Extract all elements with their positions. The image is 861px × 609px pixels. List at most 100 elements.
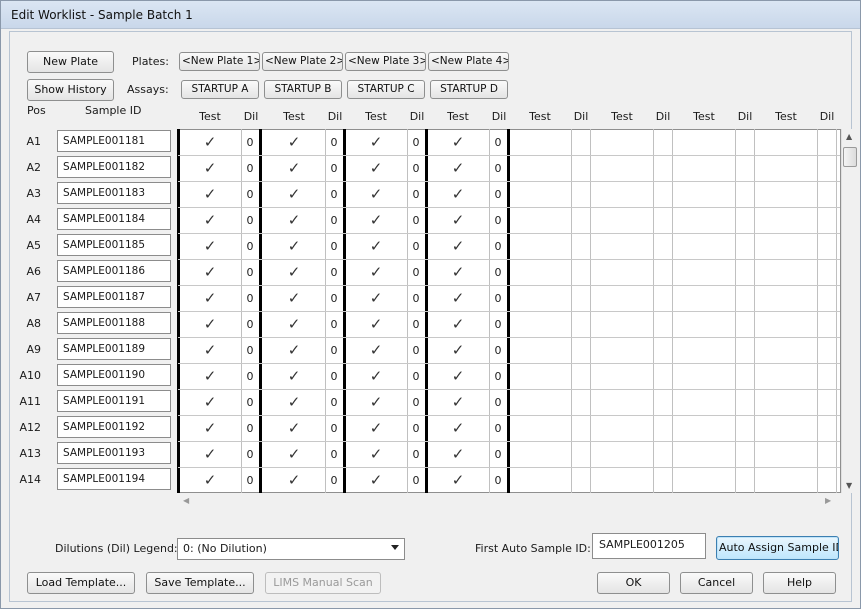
sample-id-input[interactable]: SAMPLE001188 bbox=[57, 312, 171, 334]
test-check-icon[interactable]: ✓ bbox=[427, 471, 489, 489]
dil-value-cell[interactable]: 0 bbox=[489, 474, 507, 487]
dil-value-cell[interactable]: 0 bbox=[489, 266, 507, 279]
test-check-icon[interactable]: ✓ bbox=[427, 159, 489, 177]
horizontal-scrollbar[interactable]: ◀ ▶ bbox=[177, 493, 841, 510]
sample-id-input[interactable]: SAMPLE001194 bbox=[57, 468, 171, 490]
load-template-button[interactable]: Load Template... bbox=[27, 572, 135, 594]
test-check-icon[interactable]: ✓ bbox=[345, 341, 407, 359]
assay-button-b[interactable]: STARTUP B bbox=[264, 80, 342, 99]
test-check-icon[interactable]: ✓ bbox=[179, 263, 241, 281]
dil-value-cell[interactable]: 0 bbox=[489, 344, 507, 357]
dil-value-cell[interactable]: 0 bbox=[489, 162, 507, 175]
sample-id-input[interactable]: SAMPLE001184 bbox=[57, 208, 171, 230]
sample-id-input[interactable]: SAMPLE001190 bbox=[57, 364, 171, 386]
cancel-button[interactable]: Cancel bbox=[680, 572, 753, 594]
dil-value-cell[interactable]: 0 bbox=[325, 448, 343, 461]
dil-value-cell[interactable]: 0 bbox=[325, 214, 343, 227]
sample-id-input[interactable]: SAMPLE001187 bbox=[57, 286, 171, 308]
test-check-icon[interactable]: ✓ bbox=[427, 445, 489, 463]
sample-id-input[interactable]: SAMPLE001189 bbox=[57, 338, 171, 360]
dil-value-cell[interactable]: 0 bbox=[489, 448, 507, 461]
dil-value-cell[interactable]: 0 bbox=[489, 292, 507, 305]
plate-button-4[interactable]: <New Plate 4> bbox=[428, 52, 509, 71]
plate-button-1[interactable]: <New Plate 1> bbox=[179, 52, 260, 71]
dil-value-cell[interactable]: 0 bbox=[407, 422, 425, 435]
test-check-icon[interactable]: ✓ bbox=[427, 133, 489, 151]
assay-button-d[interactable]: STARTUP D bbox=[430, 80, 508, 99]
test-check-icon[interactable]: ✓ bbox=[179, 133, 241, 151]
test-check-icon[interactable]: ✓ bbox=[427, 315, 489, 333]
test-check-icon[interactable]: ✓ bbox=[179, 315, 241, 333]
dil-value-cell[interactable]: 0 bbox=[325, 266, 343, 279]
dil-value-cell[interactable]: 0 bbox=[241, 240, 259, 253]
test-check-icon[interactable]: ✓ bbox=[263, 185, 325, 203]
test-check-icon[interactable]: ✓ bbox=[179, 237, 241, 255]
sample-id-input[interactable]: SAMPLE001183 bbox=[57, 182, 171, 204]
test-check-icon[interactable]: ✓ bbox=[263, 133, 325, 151]
dil-value-cell[interactable]: 0 bbox=[325, 318, 343, 331]
dil-value-cell[interactable]: 0 bbox=[407, 188, 425, 201]
dil-value-cell[interactable]: 0 bbox=[407, 240, 425, 253]
scroll-left-arrow-icon[interactable]: ◀ bbox=[183, 496, 189, 505]
test-check-icon[interactable]: ✓ bbox=[263, 159, 325, 177]
dil-value-cell[interactable]: 0 bbox=[407, 162, 425, 175]
test-check-icon[interactable]: ✓ bbox=[263, 211, 325, 229]
dil-value-cell[interactable]: 0 bbox=[241, 266, 259, 279]
dil-value-cell[interactable]: 0 bbox=[241, 292, 259, 305]
test-check-icon[interactable]: ✓ bbox=[179, 393, 241, 411]
test-check-icon[interactable]: ✓ bbox=[263, 419, 325, 437]
test-check-icon[interactable]: ✓ bbox=[345, 133, 407, 151]
test-check-icon[interactable]: ✓ bbox=[345, 185, 407, 203]
scroll-right-arrow-icon[interactable]: ▶ bbox=[825, 496, 831, 505]
dil-value-cell[interactable]: 0 bbox=[241, 188, 259, 201]
sample-id-input[interactable]: SAMPLE001186 bbox=[57, 260, 171, 282]
sample-id-input[interactable]: SAMPLE001182 bbox=[57, 156, 171, 178]
test-check-icon[interactable]: ✓ bbox=[427, 341, 489, 359]
test-check-icon[interactable]: ✓ bbox=[345, 419, 407, 437]
test-check-icon[interactable]: ✓ bbox=[263, 237, 325, 255]
dil-value-cell[interactable]: 0 bbox=[241, 162, 259, 175]
dil-value-cell[interactable]: 0 bbox=[407, 448, 425, 461]
dil-value-cell[interactable]: 0 bbox=[489, 422, 507, 435]
test-check-icon[interactable]: ✓ bbox=[179, 289, 241, 307]
dil-value-cell[interactable]: 0 bbox=[325, 344, 343, 357]
dil-value-cell[interactable]: 0 bbox=[407, 292, 425, 305]
plate-button-3[interactable]: <New Plate 3> bbox=[345, 52, 426, 71]
dil-value-cell[interactable]: 0 bbox=[489, 318, 507, 331]
test-check-icon[interactable]: ✓ bbox=[427, 367, 489, 385]
test-check-icon[interactable]: ✓ bbox=[263, 471, 325, 489]
dil-value-cell[interactable]: 0 bbox=[407, 344, 425, 357]
dil-value-cell[interactable]: 0 bbox=[407, 318, 425, 331]
test-check-icon[interactable]: ✓ bbox=[179, 445, 241, 463]
sample-id-input[interactable]: SAMPLE001193 bbox=[57, 442, 171, 464]
dil-value-cell[interactable]: 0 bbox=[325, 292, 343, 305]
test-check-icon[interactable]: ✓ bbox=[263, 367, 325, 385]
test-check-icon[interactable]: ✓ bbox=[427, 185, 489, 203]
dil-value-cell[interactable]: 0 bbox=[325, 422, 343, 435]
test-check-icon[interactable]: ✓ bbox=[345, 445, 407, 463]
sample-id-input[interactable]: SAMPLE001185 bbox=[57, 234, 171, 256]
test-check-icon[interactable]: ✓ bbox=[179, 367, 241, 385]
test-check-icon[interactable]: ✓ bbox=[179, 185, 241, 203]
scroll-down-arrow-icon[interactable]: ▼ bbox=[846, 481, 852, 490]
dil-value-cell[interactable]: 0 bbox=[241, 214, 259, 227]
test-check-icon[interactable]: ✓ bbox=[427, 393, 489, 411]
assay-button-a[interactable]: STARTUP A bbox=[181, 80, 259, 99]
test-check-icon[interactable]: ✓ bbox=[427, 237, 489, 255]
dil-value-cell[interactable]: 0 bbox=[241, 448, 259, 461]
test-check-icon[interactable]: ✓ bbox=[345, 471, 407, 489]
dil-value-cell[interactable]: 0 bbox=[407, 266, 425, 279]
dil-value-cell[interactable]: 0 bbox=[489, 396, 507, 409]
test-check-icon[interactable]: ✓ bbox=[427, 419, 489, 437]
dil-value-cell[interactable]: 0 bbox=[407, 370, 425, 383]
dil-value-cell[interactable]: 0 bbox=[241, 474, 259, 487]
dil-value-cell[interactable]: 0 bbox=[325, 136, 343, 149]
test-check-icon[interactable]: ✓ bbox=[345, 315, 407, 333]
dil-value-cell[interactable]: 0 bbox=[407, 136, 425, 149]
dilution-select[interactable]: 0: (No Dilution) bbox=[177, 538, 405, 560]
dil-value-cell[interactable]: 0 bbox=[489, 370, 507, 383]
dil-value-cell[interactable]: 0 bbox=[241, 136, 259, 149]
test-check-icon[interactable]: ✓ bbox=[263, 445, 325, 463]
dil-value-cell[interactable]: 0 bbox=[325, 370, 343, 383]
show-history-button[interactable]: Show History bbox=[27, 79, 114, 101]
